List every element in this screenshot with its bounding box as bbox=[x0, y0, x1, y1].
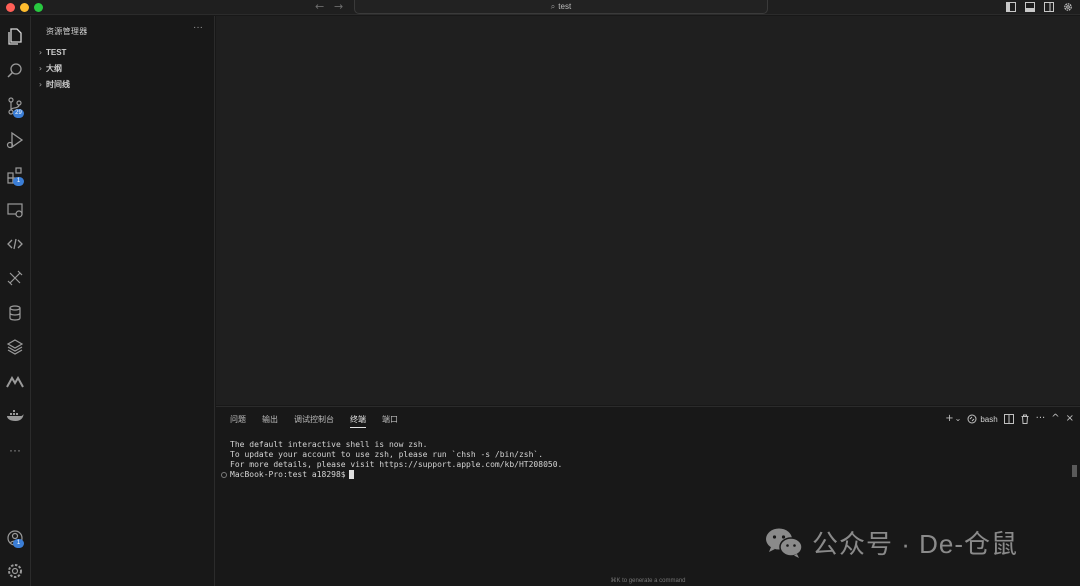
new-terminal-icon[interactable]: + bbox=[945, 412, 953, 426]
more-icon[interactable]: ··· bbox=[5, 440, 25, 460]
chevron-right-icon: › bbox=[38, 63, 43, 73]
close-window-button[interactable] bbox=[6, 3, 15, 12]
sidebar-section-test[interactable]: › TEST bbox=[36, 45, 67, 59]
maximize-panel-icon[interactable]: ^ bbox=[1051, 412, 1059, 426]
source-control-badge: 29 bbox=[13, 109, 24, 118]
tab-ports[interactable]: 端口 bbox=[382, 412, 398, 428]
terminal-line: To update your account to use zsh, pleas… bbox=[230, 450, 544, 459]
terminal-cursor bbox=[348, 470, 354, 479]
chevron-right-icon: › bbox=[38, 79, 43, 89]
search-text: test bbox=[558, 2, 572, 11]
search-icon[interactable] bbox=[5, 61, 25, 81]
sidebar-section-outline[interactable]: › 大纲 bbox=[36, 61, 62, 75]
minimize-window-button[interactable] bbox=[20, 3, 29, 12]
panel-tabs: 问题 输出 调试控制台 终端 端口 bbox=[230, 412, 414, 428]
watermark: 公众号 · De-仓鼠 bbox=[764, 524, 1018, 561]
toggle-secondary-sidebar-icon[interactable] bbox=[1044, 2, 1054, 12]
m-logo-icon[interactable] bbox=[5, 372, 25, 392]
sidebar-section-timeline[interactable]: › 时间线 bbox=[36, 77, 70, 91]
toggle-primary-sidebar-icon[interactable] bbox=[1006, 2, 1016, 12]
chevron-right-icon: › bbox=[38, 47, 43, 57]
database-icon[interactable] bbox=[5, 303, 25, 323]
terminal-prompt-row[interactable]: MacBook-Pro:test a18298$ bbox=[221, 470, 354, 479]
files-icon[interactable] bbox=[5, 26, 25, 46]
tab-debug-console[interactable]: 调试控制台 bbox=[294, 412, 334, 428]
panel-toolbar: + ⌄ bash ··· ^ × bbox=[945, 411, 1074, 427]
terminal-profile-icon bbox=[967, 414, 977, 424]
tab-problems[interactable]: 问题 bbox=[230, 412, 246, 428]
generate-command-hint: ⌘K to generate a command bbox=[610, 578, 686, 584]
settings-gear-icon[interactable] bbox=[1063, 2, 1073, 12]
test-tube-icon[interactable] bbox=[5, 268, 25, 288]
terminal-line: For more details, please visit https://s… bbox=[230, 460, 563, 469]
explorer-sidebar: 资源管理器 ··· › TEST › 大纲 › 时间线 bbox=[32, 16, 215, 586]
watermark-text: 公众号 · De-仓鼠 bbox=[812, 529, 1019, 559]
search-icon: ⌕ bbox=[550, 2, 556, 11]
wechat-logo-icon bbox=[766, 528, 803, 558]
layers-icon[interactable] bbox=[5, 337, 25, 357]
remote-explorer-icon[interactable] bbox=[5, 200, 25, 220]
toggle-panel-icon[interactable] bbox=[1025, 2, 1035, 12]
activity-bar: 29 1 ··· 1 bbox=[0, 16, 31, 586]
section-label: TEST bbox=[46, 47, 67, 57]
section-label: 大纲 bbox=[46, 63, 62, 73]
tab-output[interactable]: 输出 bbox=[262, 412, 278, 428]
back-arrow-icon[interactable]: ← bbox=[315, 0, 324, 14]
manage-gear-icon[interactable] bbox=[5, 561, 25, 581]
command-center-search[interactable]: ⌕ test bbox=[354, 0, 768, 14]
close-panel-icon[interactable]: × bbox=[1066, 412, 1074, 426]
account-badge: 1 bbox=[13, 539, 24, 548]
tab-terminal[interactable]: 终端 bbox=[350, 412, 366, 428]
split-terminal-icon[interactable] bbox=[1003, 414, 1014, 424]
forward-arrow-icon[interactable]: → bbox=[334, 0, 343, 14]
terminal-prompt: MacBook-Pro:test a18298$ bbox=[230, 470, 346, 479]
run-debug-icon[interactable] bbox=[5, 130, 25, 150]
terminal-line: The default interactive shell is now zsh… bbox=[230, 440, 428, 449]
sidebar-more-icon[interactable]: ··· bbox=[193, 22, 203, 33]
title-bar: ← → ⌕ test bbox=[0, 0, 1080, 15]
more-actions-icon[interactable]: ··· bbox=[1036, 412, 1046, 426]
editor-area[interactable] bbox=[216, 16, 1080, 405]
chevron-down-icon[interactable]: ⌄ bbox=[955, 412, 962, 426]
extensions-badge: 1 bbox=[13, 177, 24, 186]
section-label: 时间线 bbox=[46, 79, 70, 89]
command-decoration-icon bbox=[221, 471, 227, 478]
terminal-shell-name[interactable]: bash bbox=[980, 415, 997, 424]
terminal-output[interactable]: The default interactive shell is now zsh… bbox=[230, 440, 562, 470]
terminal-scrollbar[interactable] bbox=[1072, 465, 1077, 477]
trash-icon[interactable] bbox=[1020, 414, 1030, 424]
docker-icon[interactable] bbox=[5, 406, 25, 426]
code-icon[interactable] bbox=[5, 234, 25, 254]
zoom-window-button[interactable] bbox=[34, 3, 43, 12]
sidebar-title: 资源管理器 bbox=[46, 27, 88, 36]
